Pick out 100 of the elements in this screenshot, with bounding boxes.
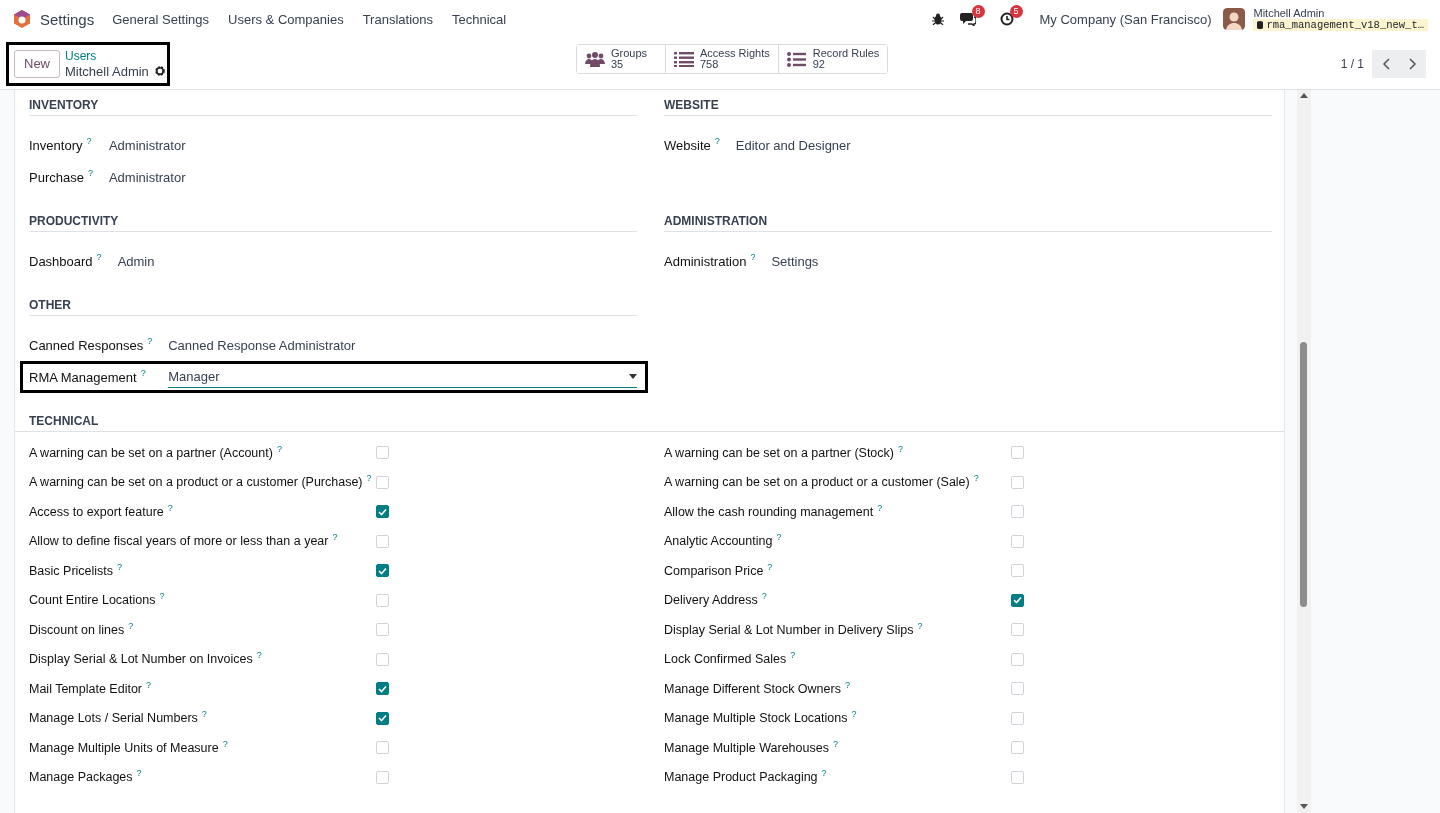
- field-value: Admin: [117, 253, 156, 269]
- section-title: TECHNICAL: [15, 414, 1284, 432]
- help-tooltip[interactable]: ?: [159, 591, 165, 602]
- app-title: Settings: [40, 10, 95, 28]
- option-label: Manage Multiple Stock Locations $^{?}$: [664, 711, 858, 726]
- help-tooltip[interactable]: ?: [201, 709, 207, 720]
- checkmark-icon: [378, 507, 387, 516]
- help-tooltip[interactable]: ?: [821, 768, 827, 779]
- checkbox[interactable]: [1011, 593, 1024, 607]
- field-label: Administration $^{?}$: [664, 253, 756, 269]
- help-tooltip[interactable]: ?: [844, 679, 850, 690]
- section-title: OTHER: [29, 298, 637, 316]
- help-tooltip[interactable]: ?: [332, 532, 338, 543]
- menu-item[interactable]: Technical: [452, 11, 507, 27]
- help-tooltip[interactable]: ?: [790, 650, 796, 661]
- menu-item[interactable]: General Settings: [112, 11, 210, 27]
- option-label: Allow the cash rounding management $^{?}$: [664, 504, 884, 519]
- new-button[interactable]: New: [14, 49, 60, 78]
- help-tooltip[interactable]: ?: [776, 532, 782, 543]
- database-icon: [1257, 21, 1264, 29]
- help-tooltip[interactable]: ?: [136, 768, 142, 779]
- help-tooltip[interactable]: ?: [147, 335, 153, 346]
- field-value: Administrator: [108, 169, 187, 185]
- option-label: Access to export feature $^{?}$: [29, 504, 174, 519]
- field-value: Settings: [771, 253, 820, 269]
- option-label: Display Serial & Lot Number in Delivery Slips $^{?}$: [664, 622, 924, 637]
- help-tooltip[interactable]: ?: [761, 591, 767, 602]
- chevron-left-icon: [1381, 57, 1390, 70]
- button-label: Access Rights: [700, 48, 770, 59]
- help-tooltip[interactable]: ?: [714, 135, 720, 146]
- option-label: Manage Lots / Serial Numbers $^{?}$: [29, 711, 208, 726]
- button-label: Record Rules: [812, 48, 880, 59]
- option-label: Lock Confirmed Sales $^{?}$: [664, 652, 797, 667]
- option-label: Count Entire Locations $^{?}$: [29, 593, 166, 608]
- scroll-up-icon: [1300, 93, 1308, 98]
- checkbox[interactable]: [376, 711, 389, 725]
- option-label: Basic Pricelists $^{?}$: [29, 563, 124, 578]
- checkbox[interactable]: [376, 682, 389, 696]
- help-tooltip[interactable]: ?: [128, 620, 134, 631]
- breadcrumb-link[interactable]: Users: [65, 48, 166, 64]
- scroll-down-icon: [1300, 804, 1308, 809]
- help-tooltip[interactable]: ?: [276, 443, 282, 454]
- option-label: Manage Packages $^{?}$: [29, 770, 143, 785]
- help-tooltip[interactable]: ?: [167, 502, 173, 513]
- people-icon: [585, 51, 605, 67]
- checkmark-icon: [1013, 596, 1022, 605]
- pager-value: 1 / 1: [1340, 56, 1364, 71]
- help-tooltip[interactable]: ?: [222, 738, 228, 749]
- help-tooltip[interactable]: ?: [86, 135, 92, 146]
- field-label: Canned Responses $^{?}$: [29, 337, 153, 353]
- help-tooltip[interactable]: ?: [366, 473, 372, 484]
- option-label: Comparison Price $^{?}$: [664, 563, 774, 578]
- select-field[interactable]: Manager: [168, 366, 637, 388]
- help-tooltip[interactable]: ?: [767, 561, 773, 572]
- help-tooltip[interactable]: ?: [140, 367, 146, 378]
- help-tooltip[interactable]: ?: [256, 650, 262, 661]
- help-tooltip[interactable]: ?: [973, 473, 979, 484]
- menu-item[interactable]: Users & Companies: [228, 11, 344, 27]
- help-tooltip[interactable]: ?: [750, 251, 756, 262]
- help-tooltip[interactable]: ?: [917, 620, 923, 631]
- option-label: Display Serial & Lot Number on Invoices $^{?}$: [29, 652, 263, 667]
- bug-icon[interactable]: [931, 13, 944, 25]
- scrollbar[interactable]: [1297, 90, 1311, 813]
- option-label: Analytic Accounting $^{?}$: [664, 534, 783, 549]
- smart-button[interactable]: Groups 35: [577, 45, 666, 73]
- field-value: Canned Response Administrator: [168, 337, 357, 353]
- scroll-thumb[interactable]: [1300, 342, 1307, 607]
- field-label: RMA Management $^{?}$: [29, 369, 147, 385]
- field-label: Purchase $^{?}$: [29, 169, 93, 185]
- company-switcher[interactable]: My Company (San Francisco): [1039, 11, 1212, 27]
- option-label: A warning can be set on a product or a customer (Purchase) $^{?}$: [29, 475, 373, 490]
- chat-icon[interactable]: [959, 12, 976, 26]
- help-tooltip[interactable]: ?: [87, 167, 93, 178]
- count-badge: 8: [971, 5, 985, 18]
- checkmark-icon: [378, 714, 387, 723]
- option-label: A warning can be set on a partner (Account) $^{?}$: [29, 445, 283, 460]
- list-icon: [786, 51, 807, 67]
- help-tooltip[interactable]: ?: [877, 502, 883, 513]
- field-label: Website $^{?}$: [664, 137, 720, 153]
- checkbox[interactable]: [376, 505, 389, 519]
- help-tooltip[interactable]: ?: [898, 443, 903, 454]
- section-title: ADMINISTRATION: [664, 214, 1272, 232]
- option-label: Allow to define fiscal years of more or less than a year $^{?}$: [29, 534, 339, 549]
- checkmark-icon: [378, 684, 387, 693]
- clock-icon[interactable]: [999, 12, 1014, 26]
- help-tooltip[interactable]: ?: [832, 738, 838, 749]
- menu-item[interactable]: Translations: [362, 11, 433, 27]
- help-tooltip[interactable]: ?: [146, 679, 152, 690]
- help-tooltip[interactable]: ?: [851, 709, 857, 720]
- list-icon: [674, 51, 694, 67]
- settings-icon[interactable]: [153, 65, 166, 77]
- help-tooltip[interactable]: ?: [96, 251, 102, 262]
- field-label: Inventory $^{?}$: [29, 137, 93, 153]
- record-title: Mitchell Admin: [65, 63, 149, 79]
- option-label: Manage Multiple Units of Measure $^{?}$: [29, 740, 229, 755]
- option-label: Mail Template Editor $^{?}$: [29, 681, 153, 696]
- checkbox[interactable]: [376, 564, 389, 578]
- help-tooltip[interactable]: ?: [117, 561, 123, 572]
- avatar-icon[interactable]: [1223, 8, 1246, 30]
- section-title: WEBSITE: [664, 98, 1272, 116]
